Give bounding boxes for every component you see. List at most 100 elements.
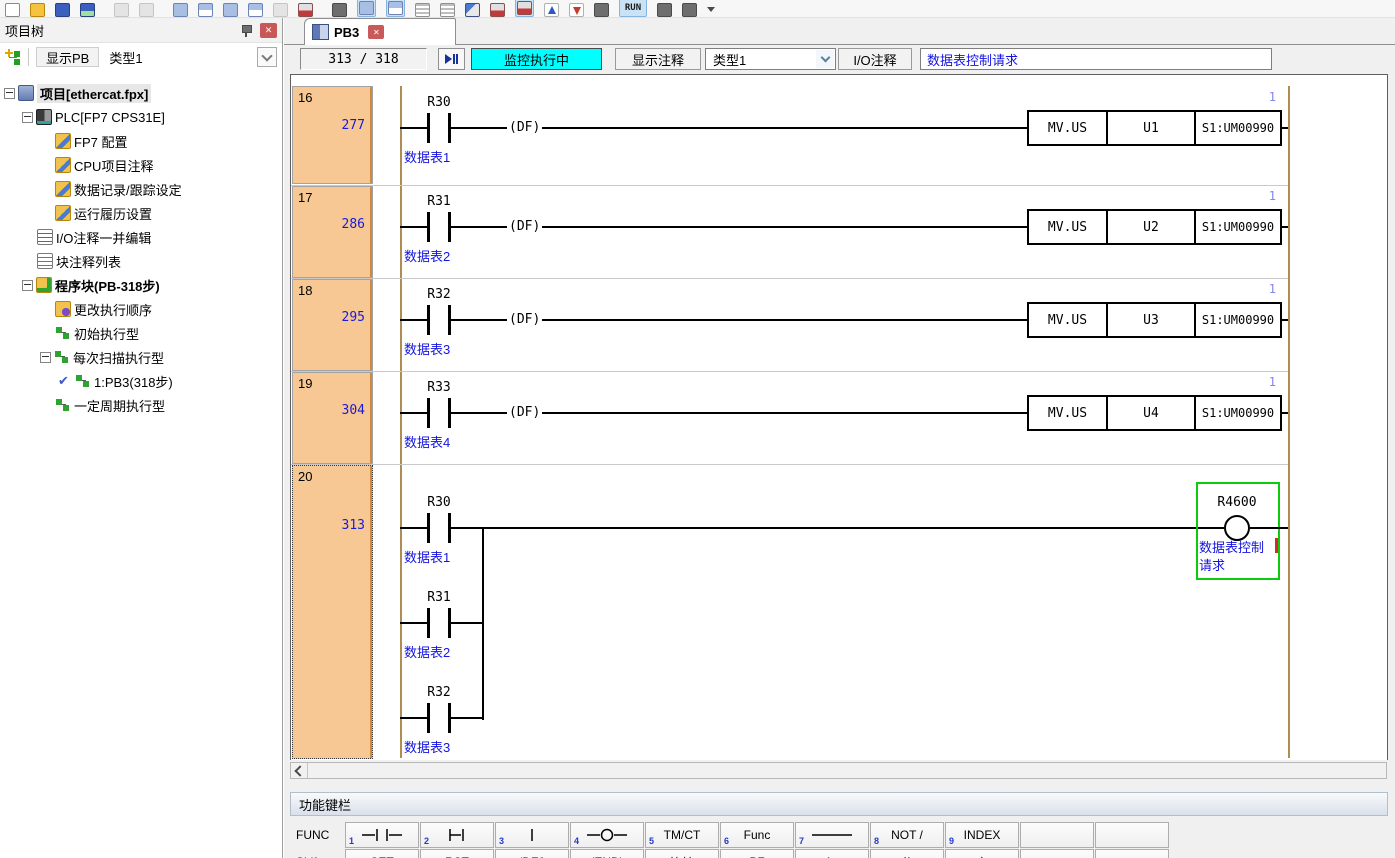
df-instruction[interactable]: (DF) xyxy=(507,219,542,234)
collapse-icon[interactable] xyxy=(22,280,33,291)
chevron-down-icon[interactable] xyxy=(816,50,834,68)
df-instruction[interactable]: (DF) xyxy=(507,405,542,420)
fkey-compare[interactable]: 比较 xyxy=(645,849,719,858)
contact-label[interactable]: R32 xyxy=(404,685,474,700)
io-comment-button[interactable]: I/O注释 xyxy=(838,48,912,70)
function-block[interactable]: MV.US U3 S1:UM00990 xyxy=(1027,302,1282,338)
tree-item-initial-exec[interactable]: 初始执行型 xyxy=(0,323,282,343)
link-icon[interactable] xyxy=(173,3,188,17)
fkey-rst[interactable]: RST xyxy=(420,849,494,858)
undo-icon[interactable] xyxy=(114,3,129,17)
upload-program-icon[interactable] xyxy=(544,3,559,17)
ladder-editor[interactable]: 16 277 1 R30 数据表1 (DF) MV.US U1 S1:UM009… xyxy=(290,74,1388,760)
device-monitor-icon[interactable] xyxy=(490,3,505,17)
pin-icon[interactable] xyxy=(239,23,253,38)
tree-item-block-comment[interactable]: 块注释列表 xyxy=(0,251,282,271)
rung-margin[interactable]: 17 286 xyxy=(292,186,373,278)
fkey-end[interactable]: (END) xyxy=(570,849,644,858)
function-block[interactable]: MV.US U1 S1:UM00990 xyxy=(1027,110,1282,146)
fkey-blank[interactable] xyxy=(1020,822,1094,848)
copy-block-icon[interactable] xyxy=(198,3,213,17)
collapse-icon[interactable] xyxy=(40,352,51,363)
tree-item-pb3[interactable]: 1:PB3(318步) xyxy=(0,371,282,391)
open-folder-icon[interactable] xyxy=(30,3,45,17)
rung-margin[interactable]: 19 304 xyxy=(292,372,373,464)
paste-block-icon[interactable] xyxy=(223,3,238,17)
search-prev-icon[interactable] xyxy=(682,3,697,17)
find-icon[interactable] xyxy=(332,3,347,17)
fkey-blank[interactable] xyxy=(1095,849,1169,858)
close-panel-button[interactable] xyxy=(260,23,277,38)
contact-label[interactable]: R32 xyxy=(404,287,474,302)
edit-list-icon[interactable] xyxy=(248,3,263,17)
toolbar-overflow-dropdown[interactable] xyxy=(707,7,715,12)
contact-label[interactable]: R30 xyxy=(404,95,474,110)
tab-pb3[interactable]: PB3 xyxy=(304,18,456,45)
fkey-set[interactable]: SET xyxy=(345,849,419,858)
tree-item-program-blocks[interactable]: 程序块(PB-318步) xyxy=(0,275,282,295)
fkey-or-contact[interactable]: 2 xyxy=(420,822,494,848)
comment-type-select[interactable]: 类型1 xyxy=(705,48,836,70)
tree-type-dropdown[interactable] xyxy=(257,47,277,67)
scroll-left-button[interactable] xyxy=(291,763,308,778)
fkey-coil[interactable]: 4 xyxy=(570,822,644,848)
tree-item-exec-order[interactable]: 更改执行顺序 xyxy=(0,299,282,319)
io-comment-input[interactable]: 数据表控制请求 xyxy=(920,48,1272,70)
fkey-blank[interactable] xyxy=(1020,849,1094,858)
monitor-toggle-button[interactable] xyxy=(438,48,465,70)
fkey-tmct[interactable]: 5 TM/CT xyxy=(645,822,719,848)
tree-item-scan-exec[interactable]: 每次扫描执行型 xyxy=(0,347,282,367)
contact-label[interactable]: R33 xyxy=(404,380,474,395)
rung-margin[interactable]: 18 295 xyxy=(292,279,373,371)
close-tab-button[interactable] xyxy=(368,25,384,39)
df-instruction[interactable]: (DF) xyxy=(507,120,542,135)
tree-item-cpu-comment[interactable]: CPU项目注释 xyxy=(0,155,282,175)
tree-item-data-log[interactable]: 数据记录/跟踪设定 xyxy=(0,179,282,199)
grid-alt-icon[interactable] xyxy=(440,3,455,17)
show-comment-button[interactable]: 显示注释 xyxy=(615,48,701,70)
comment-edit-icon[interactable] xyxy=(465,3,480,17)
jump-icon[interactable] xyxy=(273,3,288,17)
contact-label[interactable]: R30 xyxy=(404,495,474,510)
rung-margin[interactable]: 16 277 xyxy=(292,86,373,184)
fkey-pf[interactable]: PF xyxy=(720,849,794,858)
search-device-icon[interactable] xyxy=(594,3,609,17)
contact-label[interactable]: R31 xyxy=(404,194,474,209)
tree-item-run-history[interactable]: 运行履历设置 xyxy=(0,203,282,223)
collapse-icon[interactable] xyxy=(4,88,15,99)
fkey-func[interactable]: 6 Func xyxy=(720,822,794,848)
fkey-aplus[interactable]: A+ xyxy=(795,849,869,858)
tree-item-project[interactable]: 项目[ethercat.fpx] xyxy=(0,83,282,103)
tree-item-plc[interactable]: PLC[FP7 CPS31E] xyxy=(0,107,282,127)
tree-item-io-comment[interactable]: I/O注释一并编辑 xyxy=(0,227,282,247)
device-monitor-on-icon[interactable] xyxy=(515,0,534,17)
fkey-word[interactable]: [字] xyxy=(945,849,1019,858)
fkey-dfn[interactable]: (DF/) xyxy=(495,849,569,858)
tree-item-fp7-config[interactable]: FP7 配置 xyxy=(0,131,282,151)
list-view-icon[interactable] xyxy=(357,0,376,17)
fkey-not[interactable]: 8 NOT / xyxy=(870,822,944,848)
tree-item-periodic-exec[interactable]: 一定周期执行型 xyxy=(0,395,282,415)
fkey-index[interactable]: 9 INDEX xyxy=(945,822,1019,848)
function-block[interactable]: MV.US U4 S1:UM00990 xyxy=(1027,395,1282,431)
collapse-icon[interactable] xyxy=(22,112,33,123)
rung-margin-selected[interactable]: 20 313 xyxy=(292,465,373,759)
new-file-icon[interactable] xyxy=(5,3,20,17)
horizontal-scrollbar[interactable] xyxy=(290,762,1387,779)
show-pb-button[interactable]: 显示PB xyxy=(36,47,99,67)
watch-view-icon[interactable] xyxy=(386,0,405,17)
search-next-icon[interactable] xyxy=(657,3,672,17)
redo-icon[interactable] xyxy=(139,3,154,17)
fkey-horizontal-line[interactable]: 7 xyxy=(795,822,869,848)
download-program-icon[interactable] xyxy=(569,3,584,17)
grid-view-icon[interactable] xyxy=(415,3,430,17)
function-block[interactable]: MV.US U2 S1:UM00990 xyxy=(1027,209,1282,245)
fkey-blank[interactable] xyxy=(1095,822,1169,848)
fkey-min[interactable]: (分) xyxy=(870,849,944,858)
save-as-icon[interactable] xyxy=(80,3,95,17)
fkey-vertical-line[interactable]: 3 xyxy=(495,822,569,848)
add-pb-icon[interactable] xyxy=(5,49,21,65)
save-icon[interactable] xyxy=(55,3,70,17)
df-instruction[interactable]: (DF) xyxy=(507,312,542,327)
goto-step-icon[interactable] xyxy=(298,3,313,17)
